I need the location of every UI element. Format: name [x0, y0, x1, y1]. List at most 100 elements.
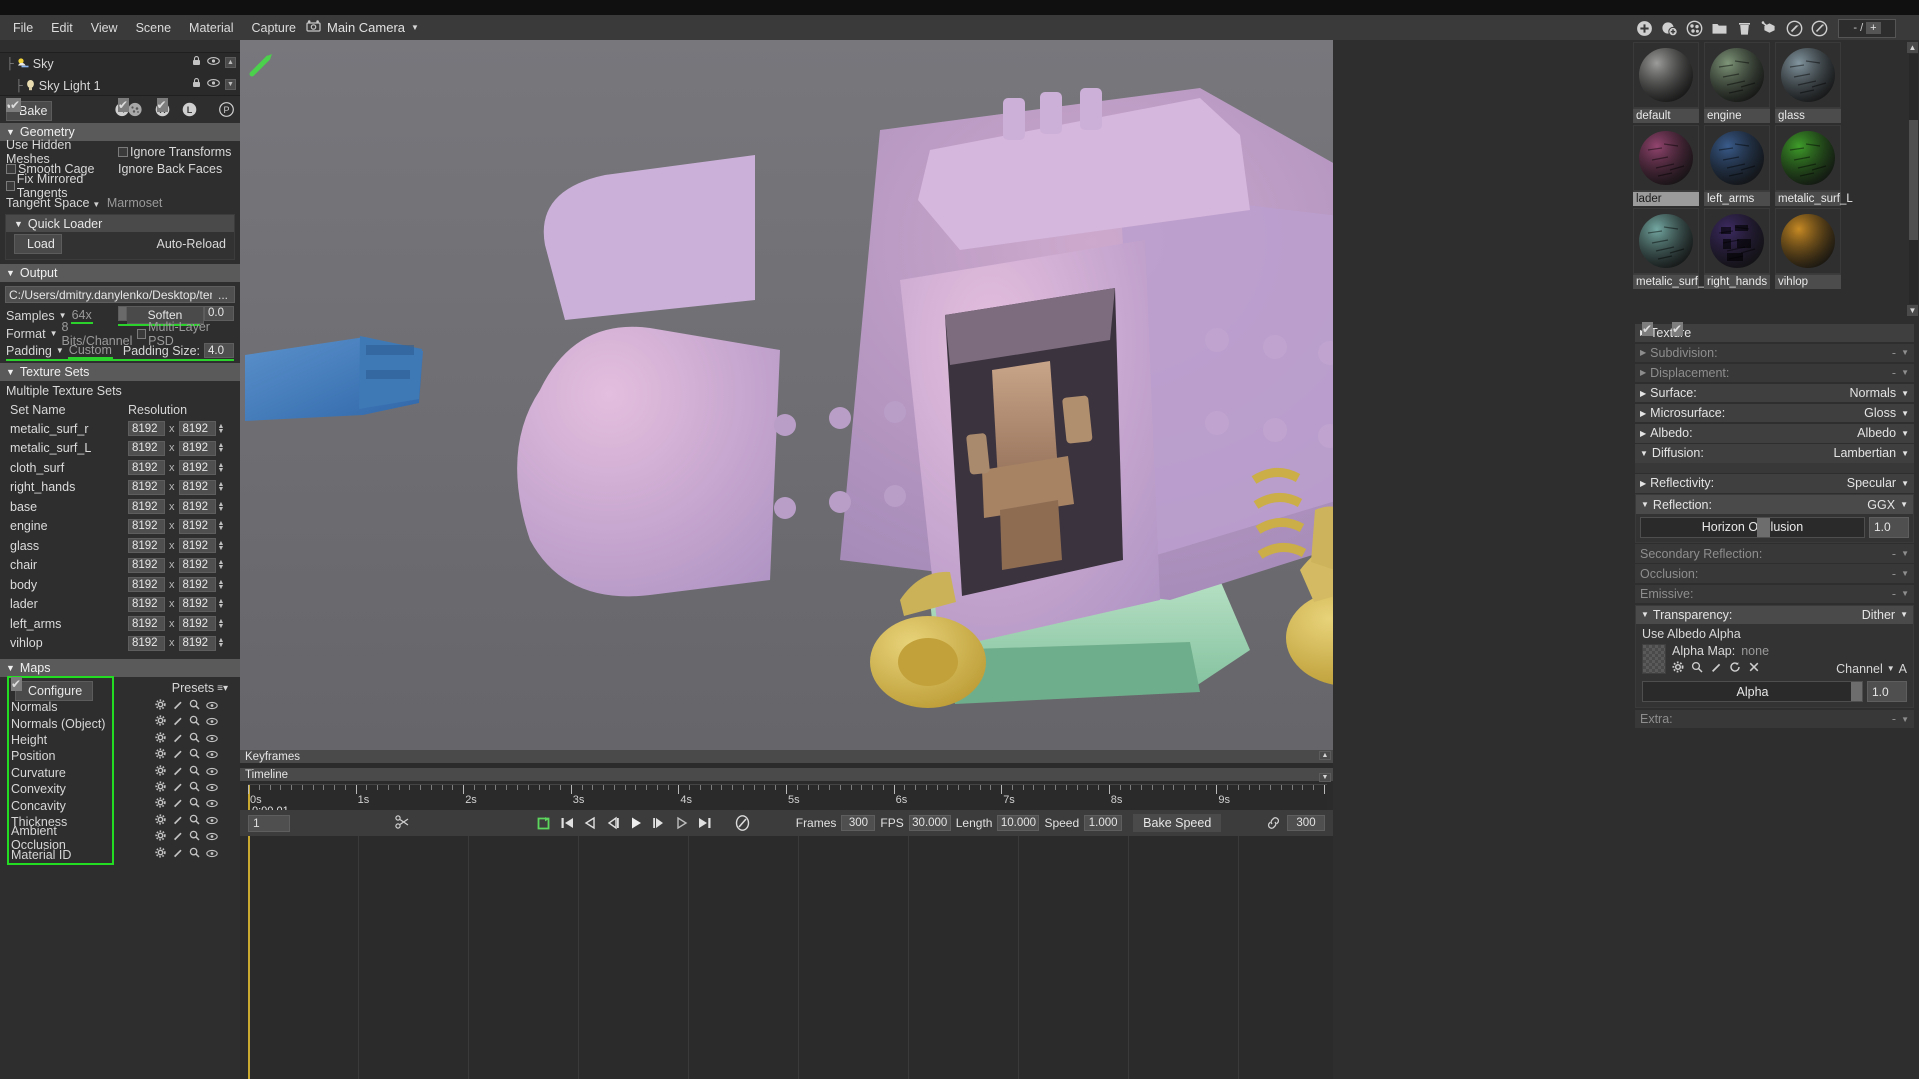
menu-item-file[interactable]: File: [4, 18, 42, 38]
chevron-down-icon[interactable]: ▼: [1901, 389, 1909, 398]
property-row-reflection[interactable]: ▼ Reflection: GGX ▼: [1636, 495, 1913, 514]
add-icon[interactable]: [1632, 16, 1656, 40]
texture-set-height[interactable]: 8192: [178, 440, 216, 456]
pencil-icon[interactable]: [172, 765, 183, 779]
material-thumbnail[interactable]: [1704, 125, 1770, 191]
chevron-down-icon[interactable]: ▼: [1901, 368, 1909, 377]
magnifier-icon[interactable]: [189, 814, 200, 828]
property-row-extra[interactable]: Extra: - ▼: [1635, 709, 1914, 729]
scroll-down-icon[interactable]: ▼: [1319, 773, 1331, 782]
texture-set-row[interactable]: ✔chair8192x8192▲▼: [0, 98, 240, 576]
slider-knob[interactable]: [1756, 517, 1770, 537]
chevron-down-icon[interactable]: ▼: [1901, 549, 1909, 558]
property-row[interactable]: ▶ Subdivision: - ▼: [1635, 343, 1914, 363]
jump-start-icon[interactable]: [560, 816, 574, 830]
chevron-down-icon[interactable]: ▼: [1901, 449, 1909, 458]
texture-set-width[interactable]: 8192: [128, 421, 165, 437]
magnifier-icon[interactable]: [189, 715, 200, 729]
output-path-field[interactable]: C:/Users/dmitry.danylenko/Desktop/temp. …: [5, 286, 235, 303]
property-row[interactable]: Emissive: - ▼: [1635, 584, 1914, 604]
slider-knob[interactable]: [1851, 682, 1862, 702]
alpha-map-preview[interactable]: [1642, 644, 1666, 675]
eye-icon[interactable]: [206, 748, 218, 762]
texture-set-height[interactable]: 8192: [178, 635, 216, 651]
texture-set-row[interactable]: ✔engine8192x8192▲▼: [0, 98, 240, 537]
checkbox-multiple-texture-sets[interactable]: ✔ Multiple Texture Sets: [6, 98, 122, 398]
magnifier-icon[interactable]: [189, 797, 200, 811]
menu-item-view[interactable]: View: [82, 18, 127, 38]
gear-icon[interactable]: [155, 715, 166, 729]
texture-set-height[interactable]: 8192: [178, 616, 216, 632]
loop-icon[interactable]: [536, 816, 551, 831]
pencil-icon[interactable]: [172, 732, 183, 746]
gear-icon[interactable]: [155, 764, 166, 779]
material-thumbnail[interactable]: [1633, 208, 1699, 274]
eye-icon[interactable]: [206, 830, 218, 844]
texture-set-width[interactable]: 8192: [128, 518, 165, 534]
texture-set-width[interactable]: 8192: [128, 635, 165, 651]
assign-icon[interactable]: [1757, 16, 1781, 40]
material-name[interactable]: lader: [1633, 191, 1699, 206]
material-scroll-down-icon[interactable]: ▼: [1907, 305, 1918, 316]
chevron-down-icon[interactable]: ▼: [1901, 569, 1909, 578]
material-cell[interactable]: right_hands: [1704, 208, 1770, 289]
chevron-down-icon[interactable]: ▼: [1901, 589, 1909, 598]
play-icon[interactable]: [629, 816, 643, 830]
outliner-item-sky[interactable]: ├ Sky ▲: [0, 53, 240, 75]
alpha-slider[interactable]: Alpha: [1642, 681, 1863, 703]
clear-icon[interactable]: [1682, 16, 1706, 40]
texture-set-width[interactable]: 8192: [128, 538, 165, 554]
material-cell[interactable]: metalic_surf_r: [1633, 208, 1708, 289]
gear-icon[interactable]: [155, 748, 166, 762]
eye-icon[interactable]: [206, 797, 218, 811]
material-thumbnail[interactable]: [1633, 125, 1699, 191]
presets-menu-icon[interactable]: ≡▾: [217, 683, 228, 694]
jump-end-icon[interactable]: [698, 816, 712, 830]
material-name[interactable]: metalic_surf_L: [1775, 191, 1853, 206]
material-cell[interactable]: left_arms: [1704, 125, 1770, 206]
texture-set-height[interactable]: 8192: [178, 479, 216, 495]
pencil-icon[interactable]: [172, 797, 183, 811]
texture-set-row[interactable]: ✔metalic_surf_L8192x8192▲▼: [0, 98, 240, 459]
close-icon[interactable]: [1748, 661, 1760, 676]
material-cell[interactable]: default: [1633, 42, 1699, 123]
material-scroll-up-icon[interactable]: ▲: [1907, 42, 1918, 53]
texture-set-width[interactable]: 8192: [128, 596, 165, 612]
magnifier-icon[interactable]: [189, 781, 200, 795]
material-name[interactable]: vihlop: [1775, 274, 1841, 289]
texture-set-row[interactable]: ✔left_arms8192x8192▲▼: [0, 98, 240, 634]
camera-name[interactable]: Main Camera: [327, 20, 405, 35]
pencil-icon[interactable]: [172, 748, 183, 762]
gear-icon[interactable]: [155, 797, 166, 811]
resolution-stepper[interactable]: ▲ ▼: [218, 540, 225, 552]
eye-icon[interactable]: [206, 781, 218, 795]
section-header-texture-sets[interactable]: ▼ Texture Sets: [0, 363, 240, 381]
configure-button[interactable]: Configure: [15, 680, 93, 701]
checkbox-alpha-map[interactable]: ✔ Alpha Map: none: [1672, 322, 1769, 658]
edit-icon[interactable]: [1782, 16, 1806, 40]
eye-icon[interactable]: [206, 847, 218, 861]
eye-icon[interactable]: [207, 77, 220, 91]
pencil-icon[interactable]: [172, 699, 183, 713]
pencil-icon[interactable]: [172, 847, 183, 861]
resolution-stepper[interactable]: ▲ ▼: [218, 559, 225, 571]
texture-set-width[interactable]: 8192: [128, 616, 165, 632]
key-icon[interactable]: [734, 815, 751, 831]
property-row[interactable]: ▶ Reflectivity: Specular ▼: [1635, 474, 1914, 493]
chevron-down-icon[interactable]: ▼: [1900, 610, 1908, 619]
checkbox-auto-reload[interactable]: ✔ Auto-Reload: [156, 98, 226, 251]
resolution-stepper[interactable]: ▲ ▼: [218, 637, 225, 649]
gear-icon[interactable]: [1672, 661, 1684, 676]
scroll-down-icon[interactable]: ▼: [225, 78, 236, 90]
viewport-3d[interactable]: [240, 40, 1333, 750]
horizon-occlusion-value[interactable]: 1.0: [1869, 516, 1909, 538]
material-name[interactable]: default: [1633, 108, 1699, 123]
cut-icon[interactable]: [395, 814, 411, 832]
pencil-icon[interactable]: [172, 781, 183, 795]
chevron-down-icon[interactable]: ▼: [1901, 348, 1909, 357]
eye-icon[interactable]: [206, 814, 218, 828]
map-row[interactable]: ✔ Convexity: [9, 677, 112, 797]
section-header-quick-loader[interactable]: ▼ Quick Loader: [6, 215, 234, 232]
magnifier-icon[interactable]: [189, 830, 200, 844]
timeline-tracks[interactable]: [240, 836, 1333, 1079]
